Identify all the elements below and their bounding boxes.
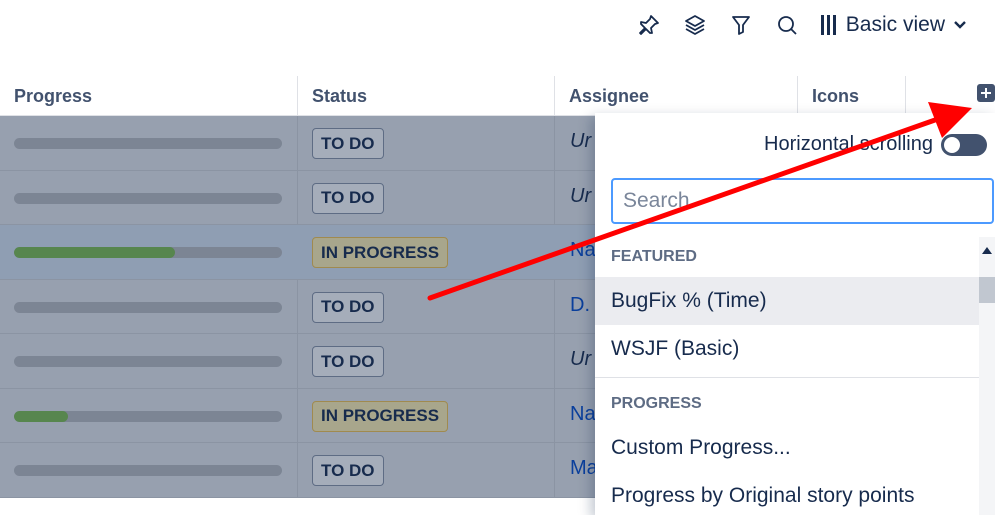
horizontal-scrolling-label: Horizontal scrolling — [764, 133, 933, 155]
pin-icon[interactable] — [631, 8, 667, 42]
search-input[interactable] — [623, 189, 992, 213]
search-icon[interactable] — [769, 8, 805, 42]
layers-icon[interactable] — [677, 8, 713, 42]
status-badge[interactable]: TO DO — [312, 346, 384, 377]
assignee-value: Ur — [570, 348, 592, 370]
horizontal-scrolling-toggle[interactable] — [941, 133, 987, 156]
filter-icon[interactable] — [723, 8, 759, 42]
progress-bar — [14, 356, 282, 367]
progress-bar — [14, 138, 282, 149]
panel-scrollbar[interactable] — [979, 237, 995, 515]
status-badge[interactable]: TO DO — [312, 128, 384, 159]
column-option-item[interactable]: Custom Progress... — [595, 424, 979, 472]
status-badge[interactable]: IN PROGRESS — [312, 400, 449, 432]
column-option-item[interactable]: WSJF (Basic) — [595, 325, 979, 373]
assignee-value[interactable]: Na — [570, 403, 596, 426]
scroll-up-icon[interactable] — [982, 247, 992, 254]
group-separator — [595, 377, 979, 378]
progress-bar — [14, 247, 282, 258]
status-badge[interactable]: IN PROGRESS — [312, 237, 449, 268]
progress-bar — [14, 465, 282, 476]
status-badge[interactable]: TO DO — [312, 182, 384, 214]
column-search-field[interactable] — [611, 178, 994, 224]
column-option-item[interactable]: Progress by Original story points — [595, 472, 979, 515]
column-options-list: FEATURED BugFix % (Time) WSJF (Basic) PROGR… — [595, 237, 979, 515]
assignee-value[interactable]: D. — [570, 294, 590, 317]
chevron-down-icon — [954, 21, 966, 29]
assignee-value: Ur — [570, 130, 592, 152]
option-group-heading: FEATURED — [611, 248, 697, 265]
scroll-thumb[interactable] — [979, 277, 995, 303]
view-selector-button[interactable]: Basic view — [820, 8, 967, 42]
column-option-item[interactable]: BugFix % (Time) — [595, 277, 979, 325]
progress-bar — [14, 192, 282, 204]
assignee-value[interactable]: Ma — [570, 457, 598, 480]
column-header-progress[interactable]: Progress — [0, 76, 297, 116]
horizontal-scrolling-row: Horizontal scrolling — [764, 133, 987, 156]
add-column-panel: Horizontal scrolling FEATURED BugFix % (T… — [595, 113, 995, 515]
column-header-status[interactable]: Status — [297, 76, 554, 116]
columns-icon — [820, 15, 836, 35]
status-badge[interactable]: TO DO — [312, 455, 384, 486]
view-selector-label: Basic view — [845, 13, 945, 36]
progress-bar — [14, 301, 282, 313]
add-column-icon[interactable] — [977, 84, 995, 102]
progress-bar-fill — [14, 410, 68, 422]
status-badge[interactable]: TO DO — [312, 291, 384, 323]
column-header-icons[interactable]: Icons — [797, 76, 905, 116]
assignee-value[interactable]: Na — [570, 239, 596, 262]
table-header: Progress Status Assignee Icons — [0, 76, 995, 116]
option-group-heading: PROGRESS — [611, 395, 702, 412]
assignee-value: Ur — [570, 184, 592, 207]
column-header-assignee[interactable]: Assignee — [554, 76, 797, 116]
progress-bar-fill — [14, 247, 175, 258]
structure-toolbar: Basic view — [621, 8, 967, 42]
progress-bar — [14, 410, 282, 422]
